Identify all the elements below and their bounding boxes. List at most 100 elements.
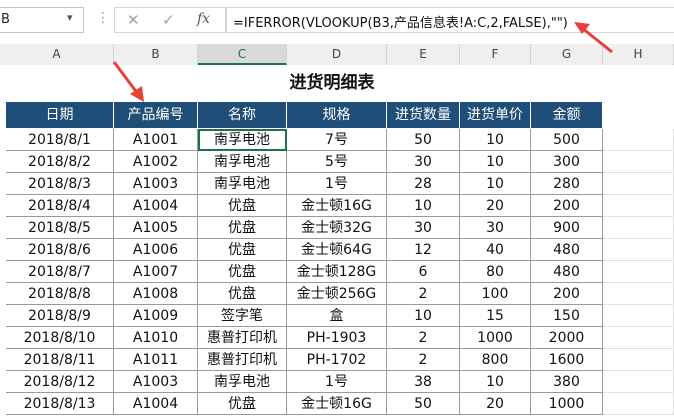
table-cell[interactable]: 惠普打印机: [198, 349, 287, 371]
table-cell[interactable]: 10: [460, 129, 531, 151]
table-cell[interactable]: 2018/8/8: [6, 283, 114, 305]
table-cell[interactable]: 1号: [287, 371, 387, 393]
table-cell[interactable]: 15: [460, 305, 531, 327]
table-cell[interactable]: 200: [531, 195, 603, 217]
table-cell[interactable]: 900: [531, 217, 603, 239]
table-cell[interactable]: 380: [531, 371, 603, 393]
table-cell[interactable]: 50: [387, 129, 460, 151]
table-cell[interactable]: 20: [460, 393, 531, 415]
table-cell[interactable]: A1004: [114, 393, 198, 415]
table-cell[interactable]: 2: [387, 283, 460, 305]
column-header-a[interactable]: A: [0, 44, 114, 65]
table-cell[interactable]: 10: [460, 151, 531, 173]
table-cell[interactable]: 金士顿256G: [287, 283, 387, 305]
table-cell[interactable]: 10: [460, 371, 531, 393]
empty-cell[interactable]: [603, 393, 674, 415]
table-cell[interactable]: 2018/8/12: [6, 371, 114, 393]
header-cell[interactable]: 日期: [6, 102, 114, 129]
table-cell[interactable]: 50: [387, 393, 460, 415]
table-cell[interactable]: 南孚电池: [198, 129, 287, 151]
cancel-icon[interactable]: ✕: [127, 11, 140, 29]
header-cell[interactable]: 进货数量: [387, 102, 460, 129]
table-cell[interactable]: 2018/8/3: [6, 173, 114, 195]
table-cell[interactable]: 金士顿16G: [287, 393, 387, 415]
table-cell[interactable]: 10: [387, 195, 460, 217]
empty-cell[interactable]: [603, 239, 674, 261]
name-box[interactable]: B ▾: [0, 7, 84, 33]
empty-cell[interactable]: [603, 349, 674, 371]
empty-cell[interactable]: [603, 261, 674, 283]
table-cell[interactable]: 优盘: [198, 393, 287, 415]
column-header-f[interactable]: F: [460, 44, 531, 65]
table-cell[interactable]: 80: [460, 261, 531, 283]
table-cell[interactable]: A1005: [114, 217, 198, 239]
table-cell[interactable]: A1002: [114, 151, 198, 173]
empty-cell[interactable]: [603, 371, 674, 393]
table-cell[interactable]: 优盘: [198, 195, 287, 217]
table-cell[interactable]: 2018/8/11: [6, 349, 114, 371]
table-cell[interactable]: 2: [387, 349, 460, 371]
chevron-down-icon[interactable]: ▾: [67, 11, 73, 24]
empty-cell[interactable]: [603, 217, 674, 239]
table-cell[interactable]: A1009: [114, 305, 198, 327]
table-cell[interactable]: 38: [387, 371, 460, 393]
empty-cell[interactable]: [603, 129, 674, 151]
table-cell[interactable]: 150: [531, 305, 603, 327]
table-cell[interactable]: 南孚电池: [198, 371, 287, 393]
table-cell[interactable]: 280: [531, 173, 603, 195]
table-cell[interactable]: PH-1903: [287, 327, 387, 349]
table-cell[interactable]: 2: [387, 327, 460, 349]
table-cell[interactable]: 30: [387, 151, 460, 173]
table-cell[interactable]: 2018/8/2: [6, 151, 114, 173]
table-cell[interactable]: 盒: [287, 305, 387, 327]
table-cell[interactable]: 12: [387, 239, 460, 261]
table-cell[interactable]: 2018/8/7: [6, 261, 114, 283]
empty-cell[interactable]: [603, 305, 674, 327]
table-cell[interactable]: 2018/8/6: [6, 239, 114, 261]
empty-cell[interactable]: [603, 327, 674, 349]
table-cell[interactable]: 南孚电池: [198, 151, 287, 173]
table-cell[interactable]: 2018/8/4: [6, 195, 114, 217]
table-cell[interactable]: 480: [531, 239, 603, 261]
column-header-e[interactable]: E: [387, 44, 460, 65]
table-cell[interactable]: 优盘: [198, 239, 287, 261]
empty-cell[interactable]: [603, 173, 674, 195]
check-icon[interactable]: ✓: [162, 11, 175, 29]
table-cell[interactable]: 20: [460, 195, 531, 217]
table-cell[interactable]: 1000: [460, 327, 531, 349]
table-cell[interactable]: 5号: [287, 151, 387, 173]
table-cell[interactable]: 金士顿64G: [287, 239, 387, 261]
table-cell[interactable]: 优盘: [198, 217, 287, 239]
empty-cell[interactable]: [603, 283, 674, 305]
table-cell[interactable]: 300: [531, 151, 603, 173]
table-cell[interactable]: 金士顿32G: [287, 217, 387, 239]
table-cell[interactable]: A1010: [114, 327, 198, 349]
table-cell[interactable]: 500: [531, 129, 603, 151]
table-cell[interactable]: 2000: [531, 327, 603, 349]
table-cell[interactable]: 30: [387, 217, 460, 239]
header-cell[interactable]: 名称: [198, 102, 287, 129]
header-cell[interactable]: 金额: [531, 102, 603, 129]
table-cell[interactable]: 200: [531, 283, 603, 305]
empty-cell[interactable]: [603, 195, 674, 217]
table-cell[interactable]: A1001: [114, 129, 198, 151]
table-cell[interactable]: A1003: [114, 173, 198, 195]
table-cell[interactable]: A1006: [114, 239, 198, 261]
table-cell[interactable]: A1008: [114, 283, 198, 305]
table-cell[interactable]: 10: [387, 305, 460, 327]
table-cell[interactable]: 28: [387, 173, 460, 195]
table-cell[interactable]: 2018/8/1: [6, 129, 114, 151]
table-cell[interactable]: 优盘: [198, 283, 287, 305]
header-cell[interactable]: 进货单价: [460, 102, 531, 129]
table-cell[interactable]: A1007: [114, 261, 198, 283]
table-cell[interactable]: 2018/8/13: [6, 393, 114, 415]
table-cell[interactable]: 优盘: [198, 261, 287, 283]
table-cell[interactable]: 10: [460, 173, 531, 195]
table-cell[interactable]: 惠普打印机: [198, 327, 287, 349]
table-cell[interactable]: PH-1702: [287, 349, 387, 371]
table-cell[interactable]: 30: [460, 217, 531, 239]
table-cell[interactable]: 480: [531, 261, 603, 283]
column-header-c[interactable]: C: [198, 44, 287, 65]
table-cell[interactable]: 2018/8/10: [6, 327, 114, 349]
table-cell[interactable]: A1011: [114, 349, 198, 371]
